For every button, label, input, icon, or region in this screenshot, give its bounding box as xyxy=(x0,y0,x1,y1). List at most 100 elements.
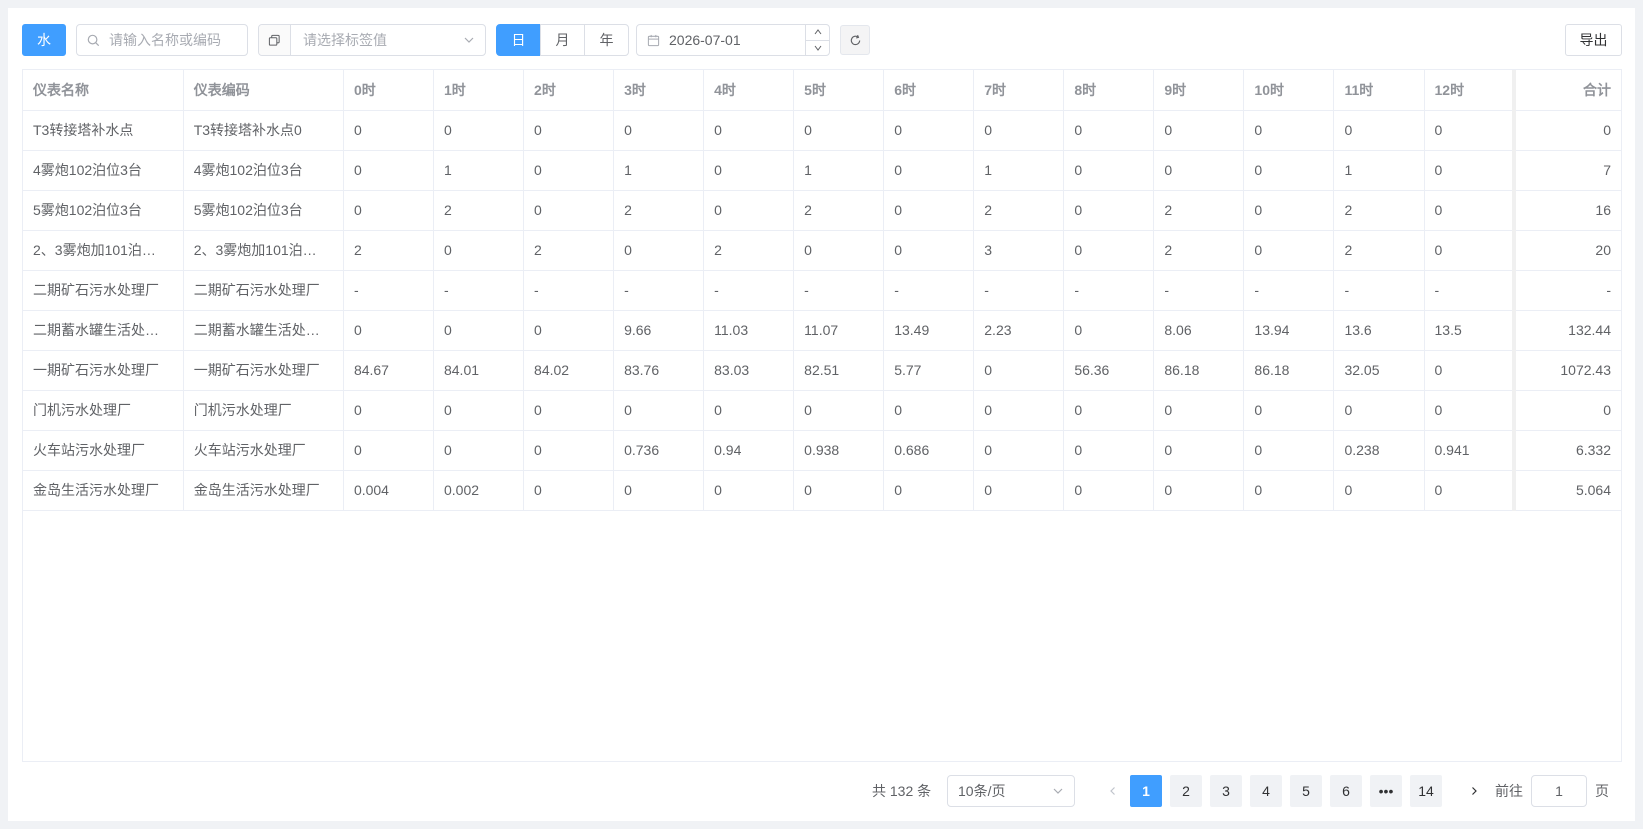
chevron-left-icon xyxy=(1110,787,1115,795)
table-cell: 13.94 xyxy=(1243,310,1335,351)
column-header: 仪表编码 xyxy=(183,70,344,111)
table-cell: - xyxy=(613,270,705,311)
table-cell: 5.77 xyxy=(883,350,975,391)
tab-month[interactable]: 月 xyxy=(540,24,585,56)
page-button[interactable]: 4 xyxy=(1250,775,1282,807)
table-cell: - xyxy=(1243,270,1335,311)
column-header: 11时 xyxy=(1333,70,1425,111)
table-cell: 2 xyxy=(1333,190,1425,231)
table-cell: 11.07 xyxy=(793,310,885,351)
column-header: 4时 xyxy=(703,70,795,111)
table-cell-total: 16 xyxy=(1512,190,1621,231)
column-header: 仪表名称 xyxy=(23,70,184,111)
page-button[interactable]: 2 xyxy=(1170,775,1202,807)
table-cell: 1 xyxy=(613,150,705,191)
column-header: 0时 xyxy=(343,70,434,111)
goto-page-input[interactable]: 1 xyxy=(1531,775,1587,807)
step-down-button[interactable] xyxy=(806,41,829,56)
tag-select[interactable]: 请选择标签值 xyxy=(258,24,486,56)
table-row: T3转接塔补水点 T3转接塔补水点0 0 0 0 0 0 0 0 0 0 0 0 0 0 0 xyxy=(23,110,1621,151)
table-cell: 0 xyxy=(1424,110,1515,151)
table-cell: 56.36 xyxy=(1063,350,1155,391)
table-cell: 11.03 xyxy=(703,310,795,351)
type-water-button[interactable]: 水 xyxy=(22,24,66,56)
table-cell: 84.67 xyxy=(343,350,434,391)
page-button[interactable]: 6 xyxy=(1330,775,1362,807)
table-cell: 86.18 xyxy=(1153,350,1245,391)
page-button[interactable]: 1 xyxy=(1130,775,1162,807)
table-cell: 0 xyxy=(793,390,885,431)
table-cell: 2、3雾炮加101泊… xyxy=(183,230,344,271)
column-header: 9时 xyxy=(1153,70,1245,111)
table-cell: 0.004 xyxy=(343,470,434,511)
table-cell: 0 xyxy=(793,110,885,151)
table-cell: 0.938 xyxy=(793,430,885,471)
next-page-button[interactable] xyxy=(1459,775,1489,807)
table-cell: 2 xyxy=(793,190,885,231)
table-cell: 0 xyxy=(433,230,525,271)
type-water-label: 水 xyxy=(37,32,51,48)
table-cell: 0 xyxy=(523,470,615,511)
table-cell: 5雾炮102泊位3台 xyxy=(183,190,344,231)
date-picker[interactable]: 2026-07-01 xyxy=(636,24,830,56)
table-cell: 1 xyxy=(793,150,885,191)
table-cell: 0 xyxy=(523,190,615,231)
table-cell: 2 xyxy=(973,190,1065,231)
table-cell: 0 xyxy=(1063,190,1155,231)
table-row: 金岛生活污水处理厂 金岛生活污水处理厂 0.004 0.002 0 0 0 0 0 0 0 0 0 0 0 5… xyxy=(23,470,1621,511)
chevron-down-icon xyxy=(453,34,485,46)
table-cell: 2 xyxy=(433,190,525,231)
table-cell: - xyxy=(1333,270,1425,311)
step-up-button[interactable] xyxy=(806,25,829,41)
table-cell-total: 5.064 xyxy=(1512,470,1621,511)
table-cell: - xyxy=(433,270,525,311)
table-cell: 0.941 xyxy=(1424,430,1515,471)
table-cell: 一期矿石污水处理厂 xyxy=(183,350,344,391)
table-cell: 0 xyxy=(1424,350,1515,391)
page-button[interactable]: 5 xyxy=(1290,775,1322,807)
search-input[interactable]: 请输入名称或编码 xyxy=(76,24,248,56)
table-cell: 84.02 xyxy=(523,350,615,391)
tab-month-label: 月 xyxy=(555,32,570,48)
table-cell: 0 xyxy=(613,390,705,431)
tab-day-label: 日 xyxy=(511,32,526,48)
table-cell: 0.238 xyxy=(1333,430,1425,471)
column-header: 8时 xyxy=(1063,70,1155,111)
table-cell: T3转接塔补水点0 xyxy=(183,110,344,151)
page-more-button[interactable]: ••• xyxy=(1370,775,1402,807)
refresh-button[interactable] xyxy=(840,25,870,55)
page-size-select[interactable]: 10条/页 xyxy=(947,775,1075,807)
table-row: 5雾炮102泊位3台 5雾炮102泊位3台 0 2 0 2 0 2 0 2 0 2 0 2 0 16 xyxy=(23,190,1621,231)
table-cell: 0 xyxy=(703,150,795,191)
page-button[interactable]: 3 xyxy=(1210,775,1242,807)
table-cell: 2 xyxy=(613,190,705,231)
table-cell: 0 xyxy=(973,390,1065,431)
pagination-total: 共 132 条 xyxy=(872,783,932,799)
table-cell: 84.01 xyxy=(433,350,525,391)
tab-day[interactable]: 日 xyxy=(496,24,541,56)
table-cell: 一期矿石污水处理厂 xyxy=(23,350,184,391)
column-header: 3时 xyxy=(613,70,705,111)
table-cell: 0 xyxy=(1424,470,1515,511)
table-row: 二期蓄水罐生活处… 二期蓄水罐生活处… 0 0 0 9.66 11.03 11.07 13.49… xyxy=(23,310,1621,351)
table-cell: 0 xyxy=(1063,150,1155,191)
table-cell: 金岛生活污水处理厂 xyxy=(23,470,184,511)
page-button[interactable]: 14 xyxy=(1410,775,1442,807)
export-button[interactable]: 导出 xyxy=(1565,24,1622,56)
table-cell: - xyxy=(523,270,615,311)
page-list: 1 2 3 4 5 6 ••• 14 xyxy=(1130,775,1450,807)
table-cell: 0 xyxy=(883,230,975,271)
search-icon xyxy=(77,34,109,47)
table-cell: 1 xyxy=(1333,150,1425,191)
prev-page-button[interactable] xyxy=(1098,775,1128,807)
table-cell: 门机污水处理厂 xyxy=(183,390,344,431)
table-cell: 0 xyxy=(613,110,705,151)
table-cell: 0 xyxy=(883,190,975,231)
table-cell-total: 6.332 xyxy=(1512,430,1621,471)
tab-year[interactable]: 年 xyxy=(584,24,629,56)
table-cell: 0 xyxy=(883,470,975,511)
table-row: 门机污水处理厂 门机污水处理厂 0 0 0 0 0 0 0 0 0 0 0 0 0 0 xyxy=(23,390,1621,431)
table-cell: 0 xyxy=(523,150,615,191)
table-cell: 5雾炮102泊位3台 xyxy=(23,190,184,231)
table-cell: 0 xyxy=(1153,430,1245,471)
